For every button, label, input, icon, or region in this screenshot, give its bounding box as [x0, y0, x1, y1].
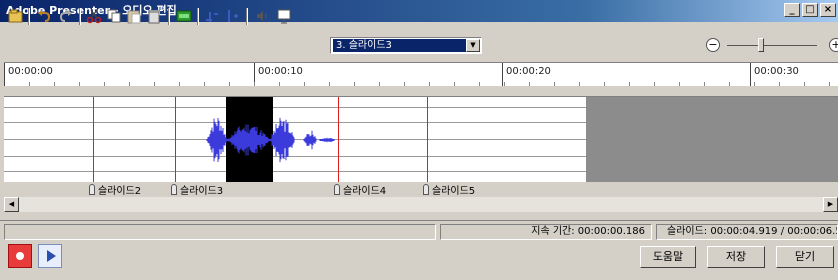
slide-select-value: 3. 슬라이드3 — [333, 39, 467, 52]
ruler-tick — [629, 82, 630, 86]
slide-marker-line[interactable] — [427, 97, 428, 182]
ruler-tick — [29, 82, 30, 86]
status-bar: 지속 기간: 00:00:00.186 슬라이드: 00:00:04.919 /… — [0, 220, 838, 240]
ruler-tick — [504, 82, 505, 86]
record-button[interactable] — [8, 244, 32, 268]
ruler-tick — [54, 82, 55, 86]
ruler-tick — [104, 82, 105, 86]
slide-marker[interactable]: 슬라이드3 — [171, 182, 224, 197]
slide-marker-line[interactable] — [338, 97, 339, 182]
ruler-tick — [654, 82, 655, 86]
ruler-tick — [179, 82, 180, 86]
zoom-slider-track[interactable] — [727, 45, 817, 46]
ruler-tick — [529, 82, 530, 86]
close-window-button[interactable]: × — [820, 3, 836, 17]
play-icon — [47, 250, 56, 262]
open-icon[interactable] — [8, 8, 24, 24]
paste-icon[interactable] — [126, 8, 142, 24]
cut-icon[interactable] — [86, 8, 102, 24]
slide-marker[interactable]: 슬라이드2 — [89, 182, 142, 197]
copy-icon[interactable] — [106, 8, 122, 24]
ruler-tick — [554, 82, 555, 86]
ruler-tick — [354, 82, 355, 86]
ruler-tick — [229, 82, 230, 86]
ruler-label: 00:00:10 — [258, 66, 303, 77]
slide-markers: 슬라이드2 슬라이드3 슬라이드4 슬라이드5 — [4, 182, 838, 197]
ruler-tick — [729, 82, 730, 86]
zoom-slider-thumb[interactable] — [758, 38, 764, 52]
ruler-label: 00:00:00 — [8, 66, 53, 77]
slide-select[interactable]: 3. 슬라이드3 ▼ — [330, 37, 482, 54]
redo-icon[interactable] — [58, 8, 74, 24]
import-icon[interactable] — [224, 8, 240, 24]
ruler-tick — [704, 82, 705, 86]
slide-marker-line[interactable] — [93, 97, 94, 182]
ruler-tick — [79, 82, 80, 86]
ruler-tick — [579, 82, 580, 86]
save-button[interactable]: 저장 — [707, 246, 765, 268]
ruler-tick — [804, 82, 805, 86]
record-icon — [16, 252, 24, 260]
waveform-empty-region — [586, 97, 838, 182]
status-duration: 지속 기간: 00:00:00.186 — [440, 224, 652, 240]
scroll-left-icon[interactable]: ◀ — [4, 197, 19, 212]
slide-marker[interactable]: 슬라이드4 — [334, 182, 387, 197]
slide-marker-label: 슬라이드4 — [343, 185, 387, 197]
slide-marker-label: 슬라이드2 — [98, 185, 142, 197]
zoom-out-icon[interactable]: − — [706, 38, 720, 52]
status-empty — [4, 224, 436, 240]
close-button[interactable]: 닫기 — [776, 246, 834, 268]
delete-icon[interactable] — [146, 8, 162, 24]
audio-icon[interactable] — [254, 8, 270, 24]
ruler-tick — [604, 82, 605, 86]
ruler-tick — [254, 82, 255, 86]
slide-marker-label: 슬라이드3 — [180, 185, 224, 197]
maximize-button[interactable]: □ — [802, 3, 818, 17]
ruler-tick — [679, 82, 680, 86]
ruler-tick — [429, 82, 430, 86]
ruler-tick — [379, 82, 380, 86]
ruler-tick — [479, 82, 480, 86]
ruler-label: 00:00:30 — [754, 66, 799, 77]
ruler-tick — [154, 82, 155, 86]
slide-icon[interactable] — [276, 8, 292, 24]
ruler-tick — [279, 82, 280, 86]
help-button[interactable]: 도움말 — [640, 246, 696, 268]
chevron-down-icon[interactable]: ▼ — [466, 39, 480, 52]
waveform — [206, 117, 335, 163]
ruler-label: 00:00:20 — [506, 66, 551, 77]
adjust-volume-icon[interactable] — [204, 8, 220, 24]
slide-marker-label: 슬라이드5 — [432, 185, 476, 197]
minimize-button[interactable]: _ — [784, 3, 800, 17]
timeline-ruler[interactable]: 00:00:00 00:00:10 00:00:20 00:00:30 — [4, 62, 838, 86]
waveform-area[interactable] — [4, 96, 838, 182]
ruler-tick — [754, 82, 755, 86]
marker-pin-icon[interactable] — [89, 183, 95, 195]
ruler-tick — [129, 82, 130, 86]
marker-pin-icon[interactable] — [171, 183, 177, 195]
ruler-tick — [329, 82, 330, 86]
play-button[interactable] — [38, 244, 62, 268]
scroll-right-icon[interactable]: ▶ — [823, 197, 838, 212]
status-slide-time: 슬라이드: 00:00:04.919 / 00:00:06.59 — [656, 224, 838, 240]
ruler-tick — [404, 82, 405, 86]
slide-marker-line[interactable] — [175, 97, 176, 182]
ruler-tick — [304, 82, 305, 86]
horizontal-scrollbar[interactable]: ◀ ▶ — [4, 197, 838, 212]
ruler-tick — [779, 82, 780, 86]
zoom-in-icon[interactable]: + — [829, 38, 838, 52]
insert-silence-icon[interactable] — [176, 8, 192, 24]
undo-icon[interactable] — [36, 8, 52, 24]
slide-marker[interactable]: 슬라이드5 — [423, 182, 476, 197]
ruler-tick — [204, 82, 205, 86]
ruler-tick — [829, 82, 830, 86]
ruler-tick — [454, 82, 455, 86]
marker-pin-icon[interactable] — [423, 183, 429, 195]
marker-pin-icon[interactable] — [334, 183, 340, 195]
